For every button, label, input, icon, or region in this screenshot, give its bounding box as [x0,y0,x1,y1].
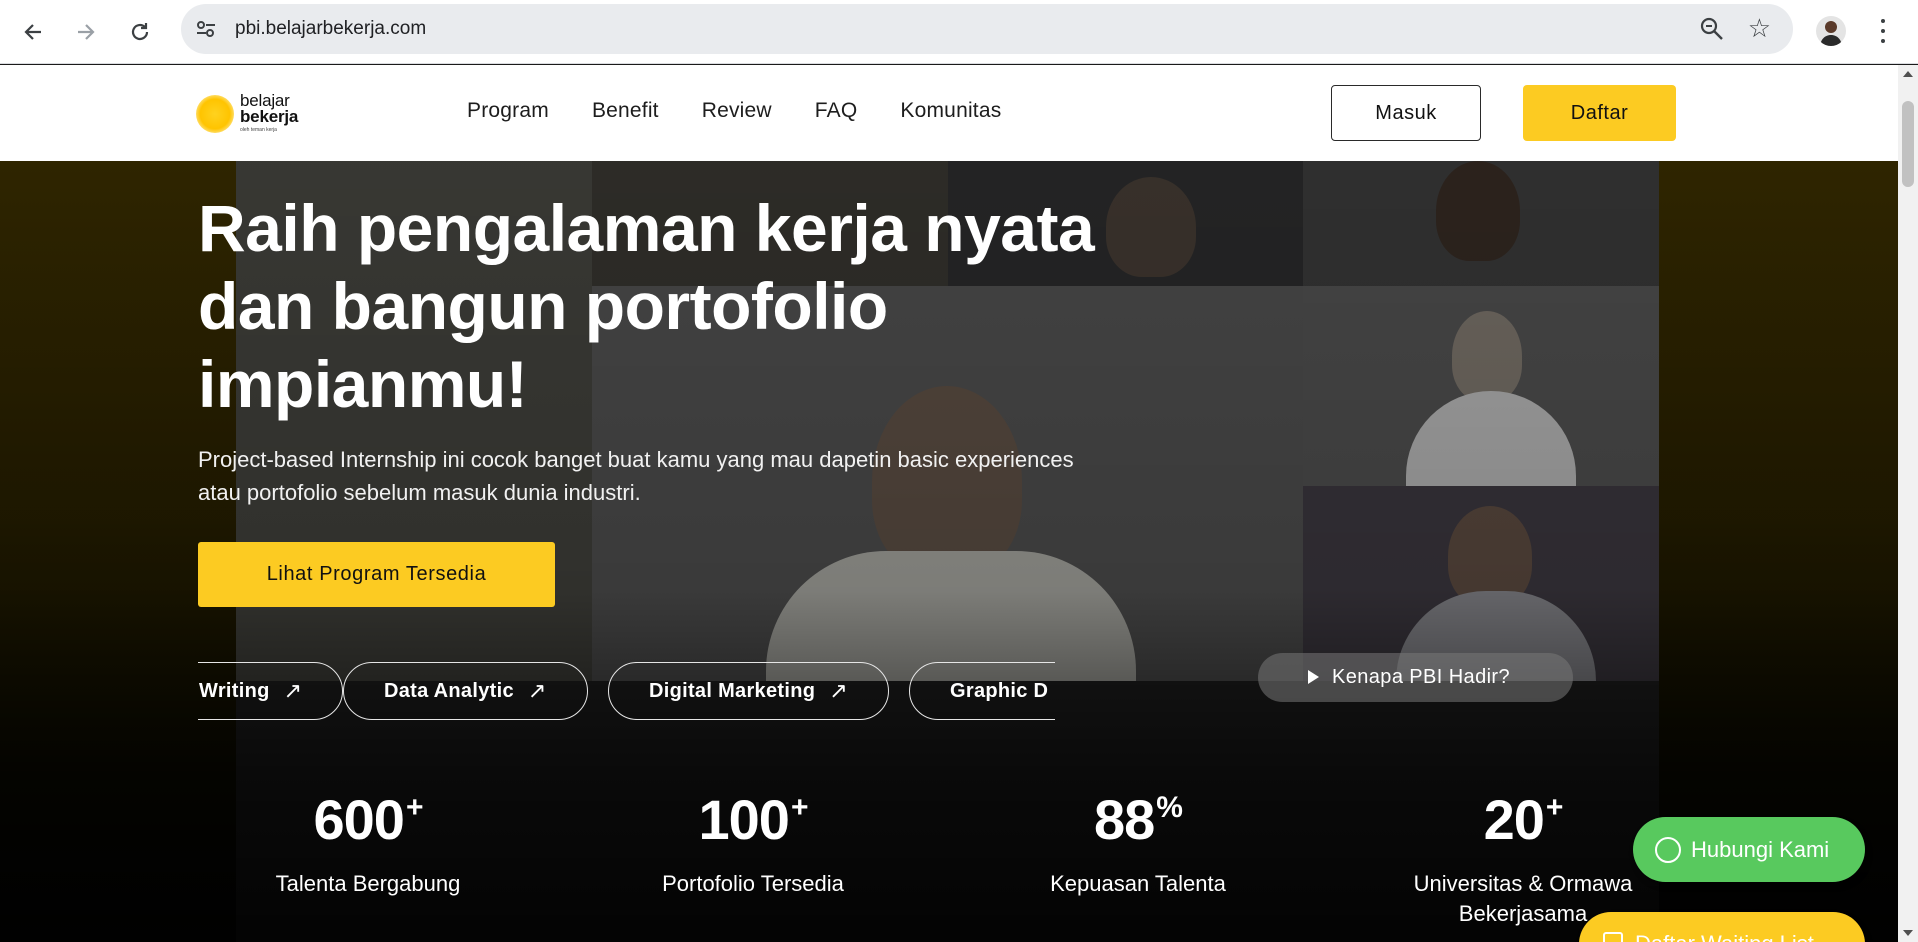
scroll-up-arrow-icon[interactable] [1903,71,1913,77]
site-header: belajar bekerja oleh teman kerja Program… [0,65,1898,161]
program-chips-marquee: Writing ↗ Data Analytic ↗ Digital Market… [198,662,1055,722]
address-bar[interactable]: pbi.belajarbekerja.com ☆ [181,4,1793,54]
main-menu: Program Benefit Review FAQ Komunitas [467,99,1044,123]
see-programs-button[interactable]: Lihat Program Tersedia [198,542,555,607]
scrollbar-thumb[interactable] [1902,101,1914,187]
login-button[interactable]: Masuk [1331,85,1481,141]
url-text[interactable]: pbi.belajarbekerja.com [235,18,426,40]
menu-item-program[interactable]: Program [467,99,549,123]
program-chip-writing[interactable]: Writing ↗ [198,662,344,720]
stat-value: 100+ [698,788,809,851]
hero-subtitle: Project-based Internship ini cocok bange… [198,447,1074,505]
why-pbi-label: Kenapa PBI Hadir? [1332,666,1511,688]
stat-label: Kepuasan Talenta [1050,871,1226,896]
stat-talenta: 600+ Talenta Bergabung [198,775,538,899]
why-pbi-video-button[interactable]: Kenapa PBI Hadir? [1258,653,1573,702]
stat-portofolio: 100+ Portofolio Tersedia [583,775,923,899]
logo-sun-icon [196,95,234,133]
site-info-icon[interactable] [195,18,217,40]
menu-item-review[interactable]: Review [702,99,772,123]
arrow-up-right-icon: ↗ [527,678,547,703]
stat-label: Talenta Bergabung [275,871,461,896]
waiting-list-label: Daftar Waiting List [1635,931,1814,942]
menu-item-faq[interactable]: FAQ [815,99,858,123]
menu-kebab-icon[interactable] [1876,16,1890,46]
scroll-down-arrow-icon[interactable] [1903,930,1913,936]
clipboard-icon [1603,932,1623,942]
reload-icon[interactable] [122,14,158,50]
page-scrollbar[interactable] [1898,65,1918,942]
arrow-up-right-icon: ↗ [829,678,848,703]
logo-tagline: oleh teman kerja [240,127,277,133]
program-chip-label: Data Analytic [384,679,514,702]
waiting-list-button[interactable]: Daftar Waiting List [1579,912,1865,942]
stat-label: Portofolio Tersedia [662,871,844,896]
hero-title: Raih pengalaman kerja nyata dan bangun p… [198,191,1095,421]
program-chip-label: Writing [199,679,270,702]
belajarbekerja-logo[interactable]: belajar bekerja oleh teman kerja [196,91,312,135]
bookmark-star-icon[interactable]: ☆ [1748,14,1771,42]
whatsapp-contact-button[interactable]: Hubungi Kami [1633,817,1865,882]
program-chip-graphic-design[interactable]: Graphic D [909,662,1055,720]
program-chip-label: Graphic D [950,679,1049,702]
stat-value: 88% [1094,788,1183,851]
arrow-up-right-icon: ↗ [283,678,303,703]
forward-arrow-icon[interactable] [68,14,104,50]
program-chip-data-analytic[interactable]: Data Analytic ↗ [343,662,588,720]
program-chip-label: Digital Marketing [649,679,816,702]
stats-row: 600+ Talenta Bergabung 100+ Portofolio T… [198,775,1678,942]
menu-item-komunitas[interactable]: Komunitas [900,99,1001,123]
whatsapp-label: Hubungi Kami [1691,836,1830,862]
stat-kepuasan: 88% Kepuasan Talenta [968,775,1308,899]
play-icon [1308,670,1319,684]
stat-value: 600+ [313,788,424,851]
whatsapp-icon [1655,836,1681,863]
back-arrow-icon[interactable] [15,14,51,50]
menu-item-benefit[interactable]: Benefit [592,99,659,123]
logo-text-bekerja: bekerja [240,107,299,126]
zoom-icon[interactable] [1699,16,1725,42]
profile-avatar[interactable] [1816,16,1846,46]
register-button[interactable]: Daftar [1523,85,1676,141]
hero-section: Raih pengalaman kerja nyata dan bangun p… [0,161,1898,942]
program-chip-digital-marketing[interactable]: Digital Marketing ↗ [608,662,889,720]
web-page: belajar bekerja oleh teman kerja Program… [0,65,1898,942]
browser-toolbar: pbi.belajarbekerja.com ☆ [0,0,1918,64]
